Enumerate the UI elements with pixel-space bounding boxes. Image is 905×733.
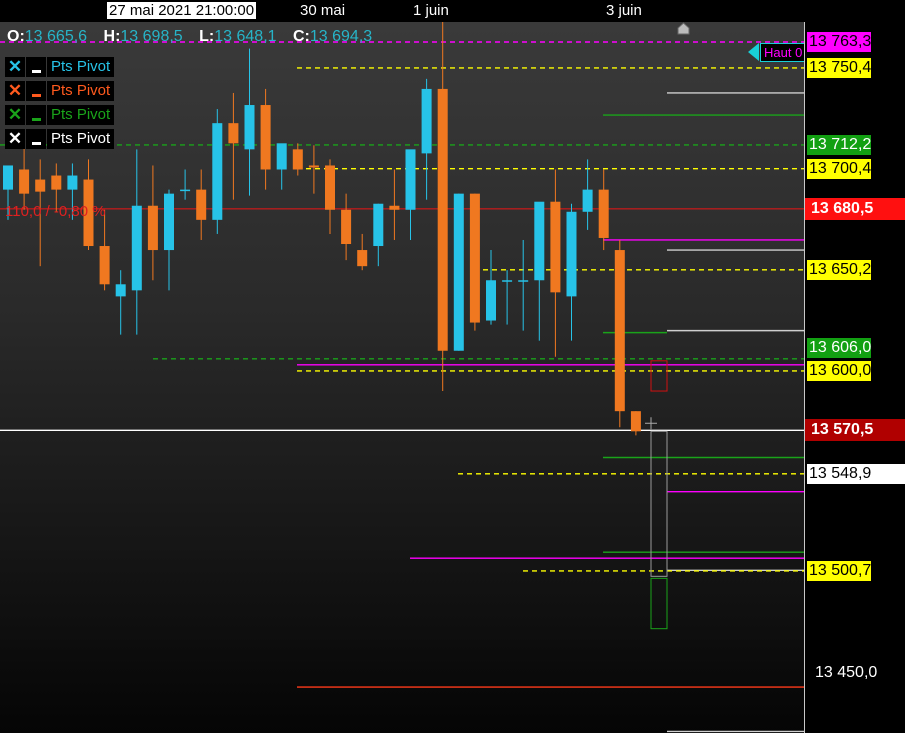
candle-body [389,205,400,210]
projection-box-green [650,577,668,630]
candle-body [147,205,158,251]
candle-body [614,250,625,412]
candle-body [582,189,593,212]
ohlc-readout: O:13 665,6 H:13 698,5 L:13 648,1 C:13 69… [7,28,384,46]
price-tag: 13 700,4 [807,158,872,179]
candle-body [276,143,287,170]
time-axis-label: 1 juin [413,2,449,19]
line-style-icon[interactable] [26,81,46,101]
candle-body [67,175,78,190]
candle-body [180,189,191,192]
close-icon[interactable]: ✕ [5,129,25,149]
candle-body [212,123,223,220]
close-icon[interactable]: ✕ [5,81,25,101]
candle-body [630,411,641,432]
price-axis[interactable]: 13 763,3 13 750,4 13 712,2 13 700,4 13 680,5… [804,22,905,733]
candle-body [502,280,513,282]
legend-item-pivot-3[interactable]: ✕ Pts Pivot [5,105,115,125]
low-label: L: [199,28,215,45]
legend-label: Pts Pivot [47,81,115,101]
candle-body [373,203,384,247]
candle-body [453,193,464,351]
candle-body [3,165,13,190]
price-tag: 13 750,4 [807,57,872,78]
candle-body [292,149,303,170]
candle-body [534,201,545,281]
home-icon[interactable] [677,22,690,35]
candle-body [405,149,416,210]
candle-body [99,246,110,285]
candle-body [518,280,529,282]
candle-body [115,284,126,297]
projection-box-grey [650,430,668,577]
line-style-icon[interactable] [26,129,46,149]
indicator-readout: 110,0 / -0,80 % [5,203,106,220]
price-tag: 13 606,0 [807,337,872,358]
time-axis: 27 mai 2021 21:00:00 30 mai 1 juin 3 jui… [0,0,905,22]
high-value: 13 698,5 [120,28,183,45]
legend-label: Pts Pivot [47,129,115,149]
candle-body [550,201,561,293]
candle-body [131,205,142,291]
candle-body [598,189,609,238]
open-label: O: [7,28,25,45]
candle-body [469,193,480,323]
trading-chart-window: 27 mai 2021 21:00:00 30 mai 1 juin 3 jui… [0,0,905,733]
candle-body [51,175,62,190]
price-tag: 13 680,5 [805,197,905,220]
price-tag: 13 570,5 [805,419,905,442]
candlestick-chart[interactable] [0,22,804,733]
candle-body [35,179,46,192]
high-marker-label: Haut 0 [760,43,807,62]
candle-body [486,280,496,321]
candle-body [341,209,352,245]
price-tag: 13 500,7 [807,560,872,581]
candle-body [244,105,255,150]
candle-body [325,165,335,210]
price-tag: 13 712,2 [807,134,872,155]
candle-body [421,88,432,154]
candle-body [357,250,368,267]
legend-item-pivot-4[interactable]: ✕ Pts Pivot [5,129,115,149]
time-axis-label: 30 mai [300,2,346,19]
candle-body [566,211,577,297]
price-tag: 13 763,3 [807,32,872,52]
close-icon[interactable]: ✕ [5,105,25,125]
candle-body [196,189,207,220]
price-tag: 13 450,0 [813,663,893,683]
legend-label: Pts Pivot [47,57,115,77]
line-style-icon[interactable] [26,57,46,77]
price-tag: 13 650,2 [807,259,872,280]
candle-body [260,105,271,170]
legend-item-pivot-2[interactable]: ✕ Pts Pivot [5,81,115,101]
arrow-left-icon [748,43,759,61]
candle-body [228,123,239,144]
close-value: 13 694,3 [309,28,373,45]
cursor-time-label: 27 mai 2021 21:00:00 [107,2,257,19]
open-value: 13 665,6 [24,28,88,45]
price-tag: 13 600,0 [807,360,872,381]
high-label: H: [103,28,121,45]
close-icon[interactable]: ✕ [5,57,25,77]
candle-body [437,88,448,351]
price-tag: 13 548,9 [807,463,905,484]
candle-body [164,193,174,251]
legend-item-pivot-1[interactable]: ✕ Pts Pivot [5,57,115,77]
candle-body [19,169,30,194]
candle-body [308,165,319,168]
time-axis-label: 3 juin [606,2,642,19]
close-label: C: [292,28,310,45]
legend-label: Pts Pivot [47,105,115,125]
low-value: 13 648,1 [214,28,277,45]
line-style-icon[interactable] [26,105,46,125]
price-plot-area[interactable] [0,22,804,733]
